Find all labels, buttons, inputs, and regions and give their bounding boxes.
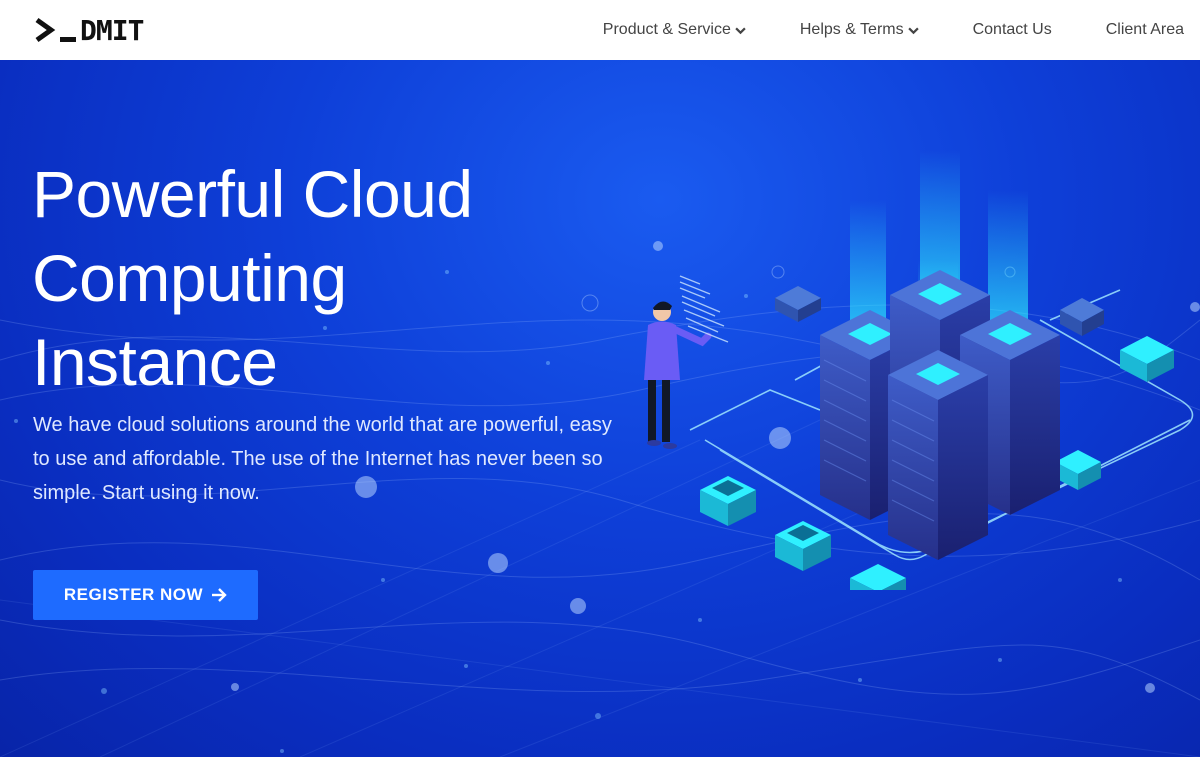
hero-title: Powerful Cloud Computing Instance [32, 152, 592, 404]
server-tower [888, 350, 988, 560]
chip-node [700, 476, 756, 526]
hero-title-line: Instance [32, 325, 278, 399]
main-nav: Product & Service Helps & Terms Contact … [549, 0, 1184, 60]
light-beam [850, 200, 886, 330]
chevron-down-icon [907, 27, 919, 34]
hero-title-line: Computing [32, 241, 347, 315]
nav-helps-terms[interactable]: Helps & Terms [800, 21, 919, 39]
prompt-chevron-icon [35, 17, 56, 43]
nav-client-area[interactable]: Client Area [1106, 21, 1184, 39]
chip-node [775, 286, 821, 322]
chip-node [775, 521, 831, 571]
logo-underscore-icon [60, 37, 76, 42]
chip-node [1060, 298, 1104, 336]
nav-label: Contact Us [972, 21, 1052, 38]
register-button-label: REGISTER NOW [63, 585, 204, 604]
cloud-datacenter-illustration [644, 150, 1194, 590]
light-beam [988, 190, 1028, 330]
nav-contact-us[interactable]: Contact Us [973, 21, 1052, 39]
chevron-down-icon [735, 27, 746, 34]
logo-text: DMIT [80, 13, 144, 47]
hero-title-line: Powerful Cloud [32, 157, 473, 231]
hero-section: Powerful Cloud Computing Instance We hav… [0, 60, 1200, 757]
nav-label: Client Area [1105, 21, 1184, 38]
dmit-logo[interactable]: DMIT [34, 13, 144, 47]
hero-description: We have cloud solutions around the world… [33, 414, 612, 504]
top-navbar: DMIT Product & Service Helps & Terms Con… [0, 0, 1200, 60]
nav-label: Helps & Terms [799, 21, 904, 38]
arrow-right-icon [212, 588, 227, 602]
chip-node [850, 564, 906, 590]
nav-product-service[interactable]: Product & Service [603, 21, 746, 39]
chip-node [1120, 336, 1174, 382]
nav-label: Product & Service [602, 21, 731, 38]
register-now-button[interactable]: REGISTER NOW [33, 570, 258, 620]
chip-node [1055, 450, 1101, 490]
